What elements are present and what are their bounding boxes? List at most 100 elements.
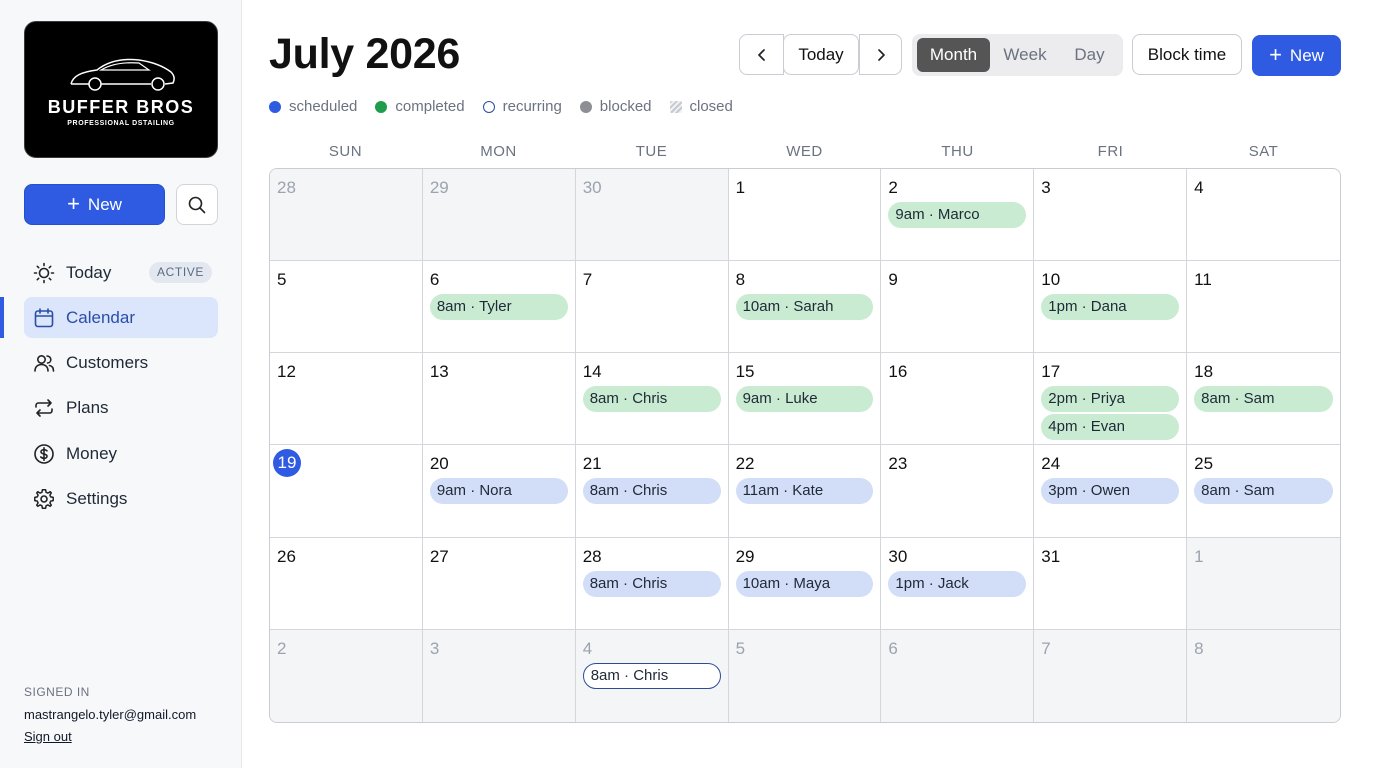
event-chip-scheduled[interactable]: 11am · Kate (735, 478, 874, 505)
prev-month-button[interactable] (739, 34, 784, 75)
calendar-day-cell[interactable]: 6 (881, 629, 1035, 722)
sidebar-item-settings[interactable]: Settings (24, 478, 218, 519)
weekday-header: FRI (1097, 143, 1124, 160)
calendar-day-cell[interactable]: 6 8am · Tyler (422, 261, 576, 354)
month-view-tab[interactable]: Month (917, 38, 990, 72)
today-button[interactable]: Today (783, 34, 859, 75)
calendar-day-cell[interactable]: 27 (422, 537, 576, 630)
event-chip-completed[interactable]: 8am · Tyler (429, 294, 568, 321)
day-number: 4 (582, 638, 593, 658)
event-chip-scheduled[interactable]: 8am · Chris (582, 478, 721, 505)
day-number: 10 (1041, 270, 1061, 290)
calendar-day-cell[interactable]: 19 (270, 445, 423, 538)
calendar-day-cell[interactable]: 7 (575, 261, 729, 354)
day-number: 30 (582, 178, 602, 197)
week-view-tab[interactable]: Week (992, 38, 1058, 72)
plus-icon: + (1269, 41, 1282, 67)
calendar-day-cell[interactable]: 21 8am · Chris (575, 445, 729, 538)
new-event-button[interactable]: + New (1252, 35, 1341, 76)
calendar-day-cell[interactable]: 8 (1187, 629, 1340, 722)
logo[interactable]: BUFFER BROS PROFESSIONAL DSTAILING (24, 21, 218, 158)
event-chip-completed[interactable]: 8am · Chris (582, 386, 721, 413)
calendar-day-cell[interactable]: 3 (422, 629, 576, 722)
day-number: 23 (888, 454, 908, 474)
calendar-day-cell[interactable]: 5 (728, 629, 882, 722)
event-chip-scheduled[interactable]: 1pm · Jack (888, 570, 1027, 597)
calendar-day-cell[interactable]: 22 11am · Kate (728, 445, 882, 538)
calendar-day-cell[interactable]: 30 1pm · Jack (881, 537, 1035, 630)
event-chip-completed[interactable]: 10am · Sarah (735, 294, 874, 321)
calendar-day-cell[interactable]: 7 (1034, 629, 1188, 722)
event-chip-scheduled[interactable]: 8am · Sam (1194, 478, 1333, 505)
calendar-day-cell[interactable]: 23 (881, 445, 1035, 538)
calendar-day-cell[interactable]: 18 8am · Sam (1187, 353, 1340, 446)
event-chip-completed[interactable]: 1pm · Dana (1041, 294, 1180, 321)
calendar-day-cell[interactable]: 29 10am · Maya (728, 537, 882, 630)
event-chip-scheduled[interactable]: 9am · Nora (429, 478, 568, 505)
event-chip-scheduled[interactable]: 8am · Chris (582, 570, 721, 597)
sign-out-link[interactable]: Sign out (24, 729, 72, 744)
day-number: 24 (1041, 454, 1061, 474)
calendar-day-cell[interactable]: 11 (1187, 261, 1340, 354)
day-number: 28 (277, 178, 296, 197)
calendar-day-cell[interactable]: 16 (881, 353, 1035, 446)
users-icon (34, 355, 55, 372)
calendar-day-cell[interactable]: 29 (422, 169, 576, 262)
calendar-day-cell[interactable]: 28 (270, 169, 423, 262)
calendar-day-cell[interactable]: 31 (1034, 537, 1188, 630)
weekday-header: MON (480, 143, 517, 160)
event-chip-recurring[interactable]: 8am · Chris (582, 662, 721, 689)
calendar-day-cell[interactable]: 10 1pm · Dana (1034, 261, 1188, 354)
next-month-button[interactable] (859, 34, 902, 75)
calendar-day-cell[interactable]: 1 (1187, 537, 1340, 630)
sidebar-item-money[interactable]: Money (24, 433, 218, 474)
calendar-day-cell[interactable]: 4 8am · Chris (575, 629, 729, 722)
day-number: 11 (1194, 270, 1212, 290)
calendar-day-cell[interactable]: 26 (270, 537, 423, 630)
calendar-day-cell[interactable]: 5 (270, 261, 423, 354)
sidebar-item-calendar[interactable]: Calendar (0, 297, 218, 339)
recurring-dot-icon (482, 100, 495, 113)
calendar-day-cell[interactable]: 13 (422, 353, 576, 446)
calendar-day-cell[interactable]: 8 10am · Sarah (728, 261, 882, 354)
day-number: 12 (277, 362, 296, 382)
day-number: 27 (429, 546, 449, 566)
search-button[interactable] (176, 184, 218, 225)
calendar-day-cell[interactable]: 12 (270, 353, 423, 446)
sidebar-item-plans[interactable]: Plans (24, 388, 218, 429)
event-chip-completed[interactable]: 9am · Luke (735, 386, 874, 413)
gear-icon (34, 489, 54, 509)
legend-label: closed (689, 98, 733, 115)
dollar-icon (34, 443, 54, 464)
calendar-day-cell[interactable]: 30 (575, 169, 729, 262)
sidebar-new-button[interactable]: + New (24, 184, 165, 225)
calendar-day-cell[interactable]: 14 8am · Chris (575, 353, 729, 446)
day-number: 28 (582, 546, 602, 566)
event-chip-completed[interactable]: 4pm · Evan (1041, 414, 1180, 441)
completed-dot-icon (375, 100, 388, 113)
calendar-day-cell[interactable]: 20 9am · Nora (422, 445, 576, 538)
sidebar-item-today[interactable]: Today ACTIVE (24, 252, 218, 293)
event-chip-completed[interactable]: 9am · Marco (888, 202, 1027, 228)
event-chip-scheduled[interactable]: 3pm · Owen (1041, 478, 1180, 505)
calendar-day-cell[interactable]: 1 (728, 169, 882, 262)
calendar-day-cell[interactable]: 9 (881, 261, 1035, 354)
calendar-day-cell[interactable]: 25 8am · Sam (1187, 445, 1340, 538)
event-chip-scheduled[interactable]: 10am · Maya (735, 570, 874, 597)
sidebar-item-customers[interactable]: Customers (24, 343, 218, 384)
day-number: 22 (735, 454, 755, 474)
day-view-tab[interactable]: Day (1060, 38, 1119, 72)
calendar-day-cell[interactable]: 2 9am · Marco (881, 169, 1035, 262)
calendar-day-cell[interactable]: 4 (1187, 169, 1340, 262)
calendar-day-cell[interactable]: 24 3pm · Owen (1034, 445, 1188, 538)
event-chip-completed[interactable]: 8am · Sam (1194, 386, 1333, 413)
calendar-day-cell[interactable]: 15 9am · Luke (728, 353, 882, 446)
event-chip-completed[interactable]: 2pm · Priya (1041, 386, 1180, 413)
block-time-button[interactable]: Block time (1132, 34, 1242, 75)
day-number: 25 (1194, 454, 1214, 474)
legend-recurring: recurring (482, 98, 562, 115)
calendar-day-cell[interactable]: 2 (270, 629, 423, 722)
calendar-day-cell[interactable]: 3 (1034, 169, 1188, 262)
calendar-day-cell[interactable]: 17 2pm · Priya 4pm · Evan (1034, 353, 1188, 446)
calendar-day-cell[interactable]: 28 8am · Chris (575, 537, 729, 630)
